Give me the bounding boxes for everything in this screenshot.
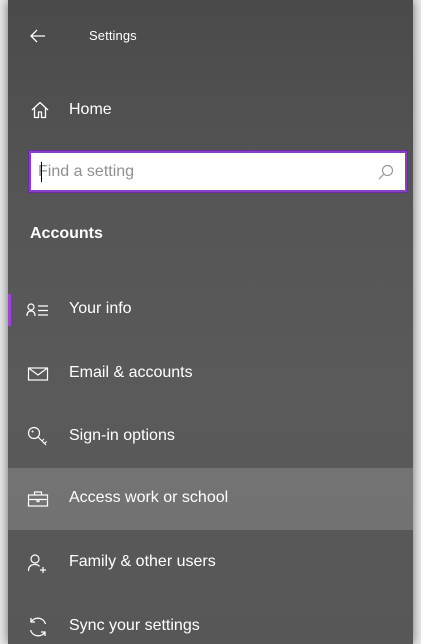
person-info-icon [26,299,50,321]
mail-icon [26,363,50,385]
nav-item-family-other-users[interactable]: Family & other users [8,532,413,594]
home-nav-item[interactable]: Home [8,88,413,132]
nav-item-label: Your info [69,300,132,317]
text-caret [41,162,42,182]
nav-item-label: Sign-in options [69,427,175,444]
title-bar: Settings [8,0,413,76]
nav-item-email-accounts[interactable]: Email & accounts [8,343,413,405]
arrow-left-icon [30,29,46,43]
search-input[interactable] [38,153,368,190]
add-person-icon [26,552,50,574]
nav-item-your-info[interactable]: Your info [8,279,413,341]
sync-icon [26,616,50,638]
nav-item-label: Family & other users [69,553,216,570]
search-icon[interactable] [377,163,395,181]
briefcase-icon [26,488,50,510]
nav-item-sign-in-options[interactable]: Sign-in options [8,406,413,468]
nav-item-label: Access work or school [69,489,229,506]
section-heading: Accounts [30,225,103,242]
back-button[interactable] [24,22,52,50]
nav-item-label: Sync your settings [69,617,200,634]
nav-item-sync-settings[interactable]: Sync your settings [8,596,413,644]
settings-window: Settings Home Accounts Yo [8,0,413,644]
nav-item-label: Email & accounts [69,364,193,381]
home-icon [30,100,50,120]
nav-item-access-work-school[interactable]: Access work or school [8,468,413,530]
home-label: Home [69,101,112,118]
key-icon [26,426,50,448]
search-box[interactable] [28,150,408,193]
window-title: Settings [89,28,137,43]
